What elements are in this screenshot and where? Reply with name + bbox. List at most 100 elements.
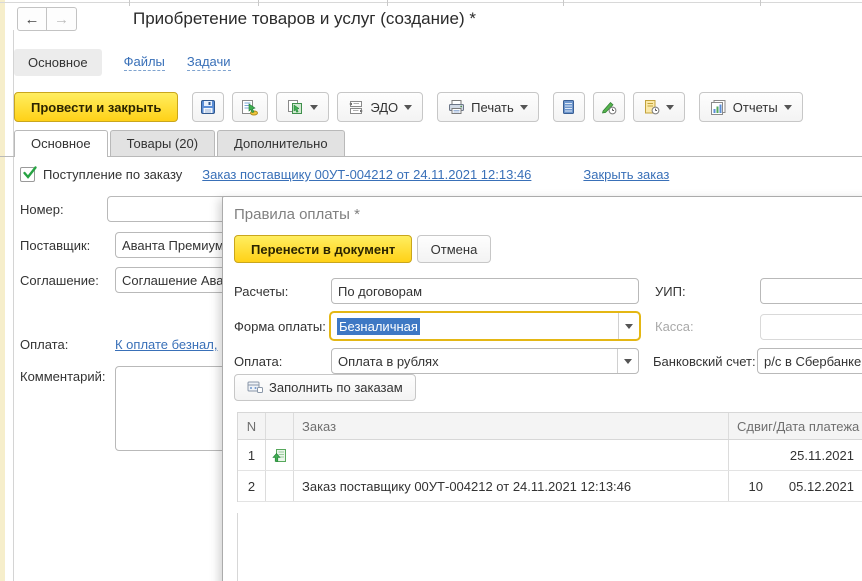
transfer-to-document-button[interactable]: Перенести в документ: [234, 235, 412, 263]
fill-table-icon: [247, 381, 263, 394]
create-based-on-icon: [287, 99, 304, 115]
pen-clock-icon: [600, 99, 617, 115]
back-arrow-icon: ←: [25, 11, 40, 28]
payment-link[interactable]: К оплате безнал,: [115, 337, 217, 352]
document-tabs: Основное Товары (20) Дополнительно: [14, 130, 347, 157]
sign-history-button[interactable]: [593, 92, 625, 122]
calculations-input[interactable]: [331, 278, 639, 304]
number-label: Номер:: [20, 202, 64, 217]
edo-icon: [348, 100, 364, 115]
forward-button[interactable]: →: [47, 7, 77, 31]
post-document-button[interactable]: [232, 92, 268, 122]
payment-form-value: Безналичная: [337, 318, 420, 335]
table-row[interactable]: 2 Заказ поставщику 00УТ-004212 от 24.11.…: [238, 471, 862, 502]
checkmark-icon: [22, 165, 38, 181]
back-button[interactable]: ←: [17, 7, 47, 31]
agreement-label: Соглашение:: [20, 273, 99, 288]
scheduled-tasks-button[interactable]: [633, 92, 685, 122]
table-row[interactable]: 1 25.11.2021: [238, 440, 862, 471]
payment-form-dropdown-button[interactable]: [618, 313, 639, 339]
print-icon: [448, 99, 465, 115]
payment-schedule-table: N Заказ Сдвиг/Дата платежа 1: [237, 412, 862, 502]
uip-label: УИП:: [655, 284, 686, 299]
top-separator-tick: [563, 0, 564, 6]
receipt-by-order-label: Поступление по заказу: [43, 167, 182, 182]
reports-button[interactable]: Отчеты: [699, 92, 803, 122]
chevron-down-icon: [624, 359, 632, 364]
col-header-order[interactable]: Заказ: [294, 413, 729, 439]
nav-tab-tasks[interactable]: Задачи: [187, 54, 231, 71]
row-date-cell: 25.11.2021: [763, 448, 862, 463]
table-empty-area[interactable]: [237, 513, 862, 581]
print-button-label: Печать: [471, 100, 514, 115]
register-records-button[interactable]: [553, 92, 585, 122]
close-order-link[interactable]: Закрыть заказ: [583, 167, 669, 182]
top-separator-tick: [129, 0, 130, 6]
create-based-on-button[interactable]: [276, 92, 329, 122]
row-shift-cell: 10: [729, 479, 763, 494]
bank-account-input[interactable]: [757, 348, 862, 374]
supplier-order-link[interactable]: Заказ поставщику 00УТ-004212 от 24.11.20…: [202, 167, 531, 182]
payment-rules-dialog: Правила оплаты * Перенести в документ От…: [222, 196, 862, 581]
payment-dropdown-button[interactable]: [617, 349, 638, 373]
toolbar: Провести и закрыть: [14, 92, 803, 122]
payment-form-combobox[interactable]: Безналичная: [329, 311, 641, 341]
bank-account-label: Банковский счет:: [653, 354, 756, 369]
payment-value: Оплата в рублях: [332, 349, 617, 373]
tab-goods[interactable]: Товары (20): [110, 130, 215, 157]
payment-combobox[interactable]: Оплата в рублях: [331, 348, 639, 374]
row-icon-cell: [266, 440, 294, 470]
tab-additional[interactable]: Дополнительно: [217, 130, 345, 157]
dialog-payment-label: Оплата:: [234, 354, 282, 369]
tab-main[interactable]: Основное: [14, 130, 108, 157]
row-order-cell: Заказ поставщику 00УТ-004212 от 24.11.20…: [294, 471, 729, 501]
supplier-label: Поставщик:: [20, 238, 90, 253]
payment-form-label: Форма оплаты:: [234, 319, 326, 334]
col-header-shift-date[interactable]: Сдвиг/Дата платежа: [729, 413, 862, 439]
chevron-down-icon: [404, 105, 412, 110]
row-number-cell: 2: [238, 471, 266, 501]
document-clock-icon: [644, 99, 660, 115]
chevron-down-icon: [625, 324, 633, 329]
comment-label: Комментарий:: [20, 369, 106, 384]
nav-tab-main[interactable]: Основное: [14, 49, 102, 76]
forward-arrow-icon: →: [54, 11, 69, 28]
fill-by-orders-button[interactable]: Заполнить по заказам: [234, 374, 416, 401]
cancel-button[interactable]: Отмена: [417, 235, 491, 263]
row-icon-cell: [266, 471, 294, 501]
post-and-close-button[interactable]: Провести и закрыть: [14, 92, 178, 122]
order-document-icon: [272, 448, 287, 463]
save-button[interactable]: [192, 92, 224, 122]
reports-chart-icon: [710, 99, 727, 115]
row-order-cell: [294, 440, 729, 470]
chevron-down-icon: [666, 105, 674, 110]
edo-button[interactable]: ЭДО: [337, 92, 423, 122]
calculations-label: Расчеты:: [234, 284, 288, 299]
nav-tabs: Основное Файлы Задачи: [14, 49, 231, 76]
register-list-icon: [562, 99, 575, 115]
cashdesk-input: [760, 314, 862, 340]
col-header-num[interactable]: N: [238, 413, 266, 439]
nav-tab-files[interactable]: Файлы: [124, 54, 165, 71]
app-window: ← → Приобретение товаров и услуг (создан…: [0, 0, 862, 581]
print-button[interactable]: Печать: [437, 92, 539, 122]
tab-panel-border: [0, 156, 862, 157]
chevron-down-icon: [520, 105, 528, 110]
receipt-by-order-checkbox[interactable]: [20, 167, 35, 182]
post-document-icon: [241, 99, 259, 116]
row-number-cell: 1: [238, 440, 266, 470]
fill-by-orders-label: Заполнить по заказам: [269, 380, 403, 395]
save-icon: [200, 99, 216, 115]
row-date-cell: 05.12.2021: [763, 479, 862, 494]
uip-input[interactable]: [760, 278, 862, 304]
cashdesk-label: Касса:: [655, 319, 694, 334]
reports-button-label: Отчеты: [733, 100, 778, 115]
table-header-row: N Заказ Сдвиг/Дата платежа: [238, 413, 862, 440]
page-title: Приобретение товаров и услуг (создание) …: [133, 9, 476, 29]
edo-button-label: ЭДО: [370, 100, 398, 115]
chevron-down-icon: [784, 105, 792, 110]
top-separator-tick: [258, 0, 259, 6]
payment-label: Оплата:: [20, 337, 68, 352]
col-header-icon[interactable]: [266, 413, 294, 439]
top-separator-tick: [387, 0, 388, 6]
